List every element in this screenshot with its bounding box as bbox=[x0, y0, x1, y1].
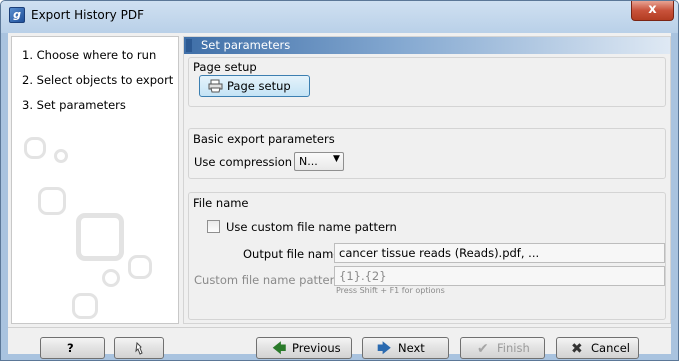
help-icon: ? bbox=[67, 341, 74, 355]
panel-header-title: Set parameters bbox=[201, 38, 291, 52]
output-file-name-label: Output file name bbox=[243, 247, 341, 261]
page-setup-group-title: Page setup bbox=[193, 60, 257, 74]
previous-button[interactable]: 🡄 Previous bbox=[256, 337, 352, 359]
custom-pattern-checkbox[interactable] bbox=[207, 220, 220, 233]
step-set-parameters: 3. Set parameters bbox=[22, 98, 126, 112]
checkmark-icon: ✔ bbox=[477, 341, 489, 357]
next-button-label: Next bbox=[398, 341, 425, 355]
app-icon: g bbox=[9, 7, 25, 23]
step-label: Choose where to run bbox=[36, 48, 157, 62]
file-name-group-title: File name bbox=[193, 196, 249, 210]
x-icon: ✖ bbox=[571, 341, 583, 357]
page-setup-group: Page setup Page setup bbox=[188, 57, 666, 107]
step-label: Select objects to export bbox=[36, 73, 174, 87]
custom-pattern-label: Custom file name pattern bbox=[194, 273, 342, 287]
custom-pattern-input[interactable]: {1}.{2} bbox=[334, 266, 665, 286]
custom-pattern-checkbox-label: Use custom file name pattern bbox=[226, 220, 397, 234]
finish-button-label: Finish bbox=[497, 341, 530, 355]
use-compression-label: Use compression bbox=[194, 155, 293, 169]
window-title: Export History PDF bbox=[31, 8, 144, 22]
title-bar[interactable]: g Export History PDF x bbox=[1, 1, 678, 33]
output-file-name-field: cancer tissue reads (Reads).pdf, ... bbox=[334, 243, 665, 263]
arrow-left-icon: 🡄 bbox=[272, 341, 287, 357]
step-number: 2. bbox=[22, 73, 33, 87]
page-setup-button[interactable]: Page setup bbox=[199, 75, 310, 97]
step-number: 1. bbox=[22, 48, 33, 62]
step-select-objects: 2. Select objects to export bbox=[22, 73, 173, 87]
bottom-separator bbox=[8, 327, 671, 328]
chevron-down-icon: ▼ bbox=[333, 154, 340, 164]
finish-button[interactable]: ✔ Finish bbox=[460, 337, 545, 359]
compression-select[interactable]: N... ▼ bbox=[294, 152, 344, 171]
basic-export-parameters-group: Basic export parameters Use compression … bbox=[188, 128, 666, 179]
reset-icon bbox=[135, 341, 143, 355]
cancel-button-label: Cancel bbox=[591, 341, 630, 355]
step-label: Set parameters bbox=[36, 98, 126, 112]
parameters-panel: Set parameters Page setup Page setup Bas… bbox=[183, 36, 671, 324]
close-button[interactable]: x bbox=[631, 1, 674, 21]
printer-icon bbox=[208, 79, 223, 93]
help-button[interactable]: ? bbox=[40, 337, 105, 359]
pattern-hint: Press Shift + F1 for options bbox=[336, 286, 445, 295]
next-button[interactable]: 🡆 Next bbox=[362, 337, 449, 359]
reset-button[interactable] bbox=[114, 337, 164, 359]
arrow-right-icon: 🡆 bbox=[377, 341, 392, 357]
page-setup-button-label: Page setup bbox=[227, 79, 291, 93]
step-number: 3. bbox=[22, 98, 33, 112]
cancel-button[interactable]: ✖ Cancel bbox=[556, 337, 639, 359]
panel-header: Set parameters bbox=[184, 37, 670, 54]
dialog-body: 1. Choose where to run 2. Select objects… bbox=[8, 33, 671, 359]
previous-button-label: Previous bbox=[292, 341, 341, 355]
wizard-steps-panel: 1. Choose where to run 2. Select objects… bbox=[11, 36, 179, 324]
file-name-group: File name Use custom file name pattern O… bbox=[188, 192, 666, 320]
basic-export-group-title: Basic export parameters bbox=[193, 132, 335, 146]
export-history-pdf-dialog: g Export History PDF x 1. Choose where t… bbox=[0, 0, 679, 361]
step-choose-where-to-run: 1. Choose where to run bbox=[22, 48, 156, 62]
compression-select-value: N... bbox=[299, 155, 318, 168]
